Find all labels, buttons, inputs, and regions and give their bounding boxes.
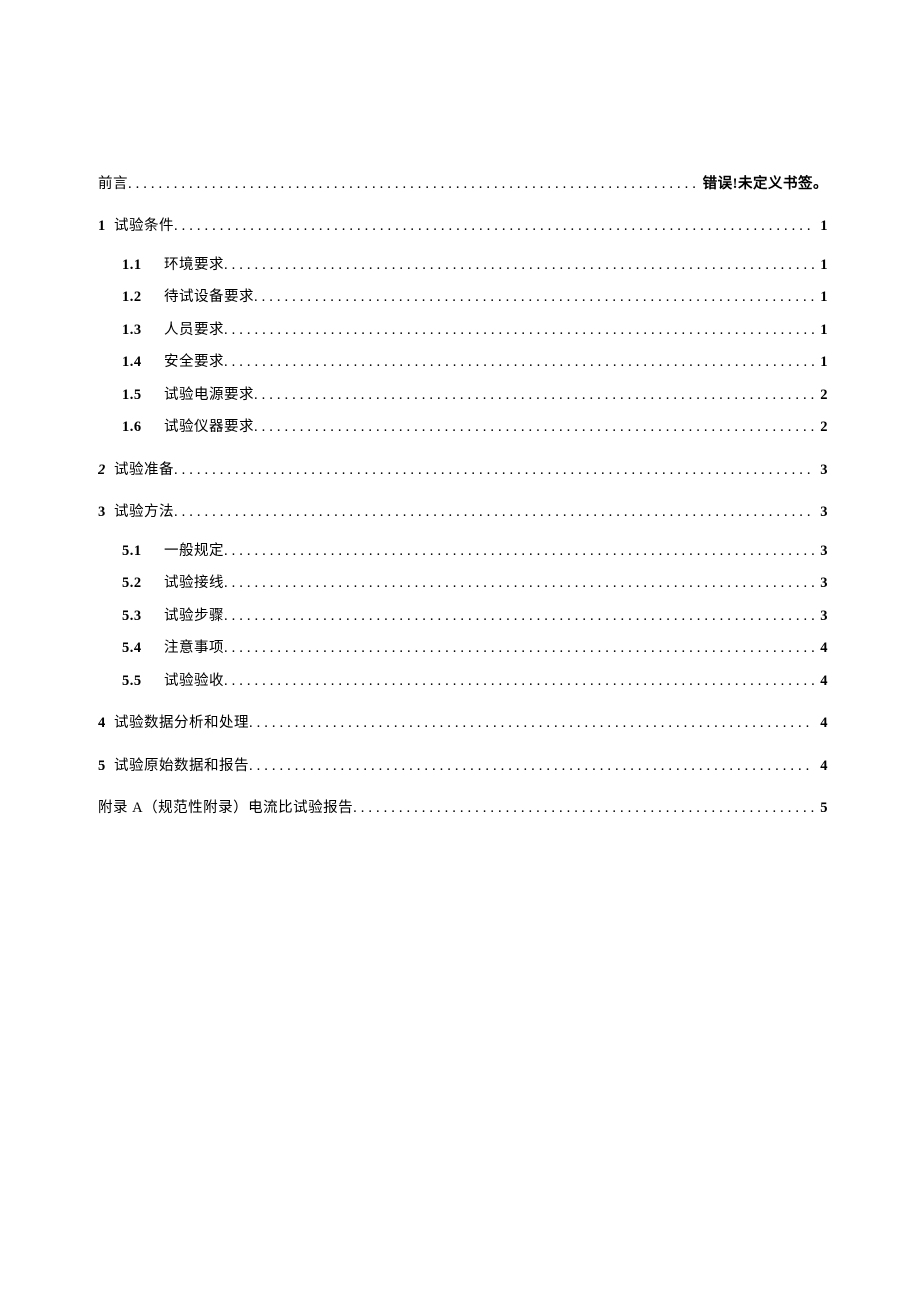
toc-page-number: 3 xyxy=(814,501,828,523)
toc-page-number: 4 xyxy=(814,670,828,692)
table-of-contents: 前言 错误!未定义书签。 1 试验条件 1 1.1 环境要求 1 1.2 待试设备要求 1… xyxy=(98,173,828,819)
toc-number: 1.2 xyxy=(122,286,158,308)
toc-leader-dots xyxy=(249,712,814,734)
toc-leader-dots xyxy=(224,572,814,594)
toc-title: 试验数据分析和处理 xyxy=(114,712,249,734)
toc-page-number: 1 xyxy=(814,286,828,308)
toc-leader-dots xyxy=(249,755,814,777)
toc-page-number: 4 xyxy=(814,637,828,659)
toc-entry: 4 试验数据分析和处理 4 xyxy=(98,712,828,734)
toc-number: 1.3 xyxy=(122,319,158,341)
toc-title: 待试设备要求 xyxy=(164,286,254,308)
toc-page-number: 1 xyxy=(814,215,828,237)
toc-title: 试验条件 xyxy=(114,215,174,237)
toc-number: 1.5 xyxy=(122,384,158,406)
toc-title: 注意事项 xyxy=(164,637,224,659)
toc-entry: 1.6 试验仪器要求 2 xyxy=(98,416,828,438)
toc-page-number: 2 xyxy=(814,384,828,406)
toc-number: 5 xyxy=(98,755,114,777)
toc-number: 4 xyxy=(98,712,114,734)
toc-subsection-block: 5.1 一般规定 3 5.2 试验接线 3 5.3 试验步骤 3 5.4 注意事项 4 5.5 试… xyxy=(98,540,828,692)
toc-leader-dots xyxy=(224,254,814,276)
toc-number: 3 xyxy=(98,501,114,523)
toc-page-number: 4 xyxy=(814,712,828,734)
toc-number: 1 xyxy=(98,215,114,237)
toc-leader-dots xyxy=(224,605,814,627)
toc-entry: 3 试验方法 3 xyxy=(98,501,828,523)
toc-title: 前言 xyxy=(98,173,128,195)
toc-number: 5.4 xyxy=(122,637,158,659)
toc-entry: 1.3 人员要求 1 xyxy=(98,319,828,341)
toc-entry: 2 试验准备 3 xyxy=(98,459,828,481)
toc-leader-dots xyxy=(174,215,814,237)
toc-title: 人员要求 xyxy=(164,319,224,341)
toc-leader-dots xyxy=(224,637,814,659)
toc-title: 安全要求 xyxy=(164,351,224,373)
toc-number: 1.4 xyxy=(122,351,158,373)
toc-title: 试验准备 xyxy=(114,459,174,481)
toc-title: 试验仪器要求 xyxy=(164,416,254,438)
toc-entry: 前言 错误!未定义书签。 xyxy=(98,173,828,195)
toc-entry: 5.4 注意事项 4 xyxy=(98,637,828,659)
toc-entry: 5.2 试验接线 3 xyxy=(98,572,828,594)
toc-entry: 5 试验原始数据和报告 4 xyxy=(98,755,828,777)
toc-entry: 附录 A（规范性附录）电流比试验报告 5 xyxy=(98,797,828,819)
toc-title: 试验方法 xyxy=(114,501,174,523)
toc-title: 一般规定 xyxy=(164,540,224,562)
toc-leader-dots xyxy=(224,670,814,692)
toc-page-number: 2 xyxy=(814,416,828,438)
toc-leader-dots xyxy=(224,319,814,341)
toc-page-number: 3 xyxy=(814,605,828,627)
toc-page-number: 4 xyxy=(814,755,828,777)
toc-entry: 1 试验条件 1 xyxy=(98,215,828,237)
toc-number: 5.2 xyxy=(122,572,158,594)
toc-number: 5.5 xyxy=(122,670,158,692)
toc-entry: 1.2 待试设备要求 1 xyxy=(98,286,828,308)
toc-page-number: 1 xyxy=(814,351,828,373)
toc-leader-dots xyxy=(254,384,814,406)
toc-page-number: 3 xyxy=(814,459,828,481)
toc-entry: 5.5 试验验收 4 xyxy=(98,670,828,692)
toc-number: 1.1 xyxy=(122,254,158,276)
toc-leader-dots xyxy=(174,501,814,523)
toc-number: 1.6 xyxy=(122,416,158,438)
toc-leader-dots xyxy=(254,416,814,438)
toc-leader-dots xyxy=(174,459,814,481)
toc-page-number: 3 xyxy=(814,572,828,594)
toc-title: 环境要求 xyxy=(164,254,224,276)
toc-title: 试验验收 xyxy=(164,670,224,692)
toc-title: 附录 A（规范性附录）电流比试验报告 xyxy=(98,797,353,819)
toc-page-number: 1 xyxy=(814,254,828,276)
toc-number: 5.3 xyxy=(122,605,158,627)
toc-entry: 1.5 试验电源要求 2 xyxy=(98,384,828,406)
toc-entry: 5.3 试验步骤 3 xyxy=(98,605,828,627)
toc-leader-dots xyxy=(254,286,814,308)
toc-leader-dots xyxy=(224,540,814,562)
toc-title: 试验步骤 xyxy=(164,605,224,627)
toc-subsection-block: 1.1环境要求 11.2待试设备要求 11.3人员要求 11.4安全要求 11.… xyxy=(98,254,828,439)
toc-leader-dots xyxy=(353,797,814,819)
toc-number: 5.1 xyxy=(122,540,158,562)
toc-title: 试验电源要求 xyxy=(164,384,254,406)
toc-entry: 1.1 环境要求 1 xyxy=(98,254,828,276)
toc-number: 2 xyxy=(98,459,114,481)
toc-page-number: 1 xyxy=(814,319,828,341)
toc-page-number: 5 xyxy=(814,797,828,819)
toc-leader-dots xyxy=(128,173,697,195)
toc-title: 试验原始数据和报告 xyxy=(114,755,249,777)
toc-page-error: 错误!未定义书签。 xyxy=(697,173,828,195)
toc-leader-dots xyxy=(224,351,814,373)
toc-entry: 5.1 一般规定 3 xyxy=(98,540,828,562)
toc-title: 试验接线 xyxy=(164,572,224,594)
toc-page-number: 3 xyxy=(814,540,828,562)
toc-entry: 1.4 安全要求 1 xyxy=(98,351,828,373)
